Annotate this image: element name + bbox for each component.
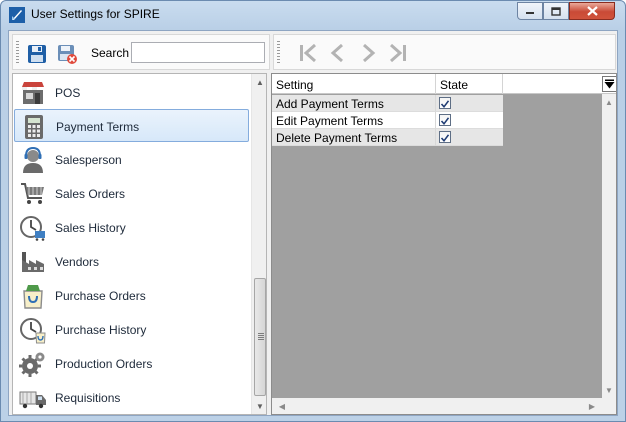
- scroll-left-arrow-icon[interactable]: ◀: [274, 398, 290, 414]
- table-row[interactable]: Delete Payment Terms: [272, 129, 503, 146]
- module-item-requisitions[interactable]: Requisitions: [14, 381, 249, 414]
- shopping-bag-icon: [23, 285, 43, 309]
- truck-icon: [19, 391, 46, 409]
- grid-header: Setting State: [272, 74, 616, 94]
- scroll-down-arrow-icon[interactable]: ▼: [601, 382, 616, 398]
- toolbar-actions: Search: [12, 34, 270, 70]
- client-area: Search POS Payment Terms Salesperson Sal…: [8, 30, 618, 416]
- module-item-purchase-history[interactable]: Purchase History: [14, 313, 249, 346]
- column-chooser-button[interactable]: [602, 76, 616, 92]
- last-record-icon[interactable]: [386, 42, 410, 64]
- module-label: Requisitions: [55, 391, 121, 405]
- checkmark-icon: [440, 134, 450, 143]
- title-bar[interactable]: User Settings for SPIRE: [1, 1, 625, 29]
- scrollbar-corner: [602, 398, 616, 414]
- maximize-button[interactable]: [543, 2, 569, 20]
- module-item-sales-history[interactable]: Sales History: [14, 211, 249, 244]
- scroll-up-arrow-icon[interactable]: ▲: [252, 74, 266, 90]
- toolbar-grip[interactable]: [277, 41, 280, 65]
- close-button[interactable]: [569, 2, 615, 20]
- clock-cart-icon: [20, 216, 45, 241]
- module-item-pos[interactable]: POS: [14, 76, 249, 109]
- state-checkbox[interactable]: [439, 131, 451, 143]
- gears-icon: [19, 352, 45, 377]
- state-cell: [436, 129, 503, 146]
- next-record-icon[interactable]: [356, 42, 380, 64]
- module-label: Production Orders: [55, 357, 153, 371]
- clock-bag-icon: [20, 318, 46, 344]
- state-cell: [436, 112, 503, 129]
- scroll-right-arrow-icon[interactable]: ▶: [584, 398, 600, 414]
- column-header-setting[interactable]: Setting: [272, 74, 436, 94]
- checkmark-icon: [440, 117, 450, 126]
- save-discard-icon[interactable]: [56, 43, 78, 65]
- search-input[interactable]: [131, 42, 265, 63]
- spire-app-icon: [9, 7, 25, 23]
- close-icon: [586, 6, 598, 16]
- user-settings-window: User Settings for SPIRE Search POS Payme…: [0, 0, 626, 422]
- column-header-state[interactable]: State: [436, 74, 503, 94]
- toolbar-navigation: [273, 34, 616, 70]
- state-checkbox[interactable]: [439, 114, 451, 126]
- module-label: Purchase Orders: [55, 289, 146, 303]
- module-panel: POS Payment Terms Salesperson Sales Orde…: [12, 73, 267, 415]
- factory-icon: [22, 252, 44, 272]
- module-label: Salesperson: [55, 153, 122, 167]
- first-record-icon[interactable]: [296, 42, 320, 64]
- module-item-payment-terms[interactable]: Payment Terms: [14, 109, 249, 142]
- scroll-down-arrow-icon[interactable]: ▼: [252, 398, 266, 414]
- scrollbar-thumb[interactable]: [254, 278, 266, 396]
- maximize-icon: [551, 6, 561, 16]
- window-title: User Settings for SPIRE: [31, 7, 160, 21]
- module-label: POS: [55, 86, 81, 100]
- minimize-icon: [526, 12, 534, 14]
- checkmark-icon: [440, 100, 450, 109]
- module-label: Purchase History: [55, 323, 147, 337]
- module-item-sales-orders[interactable]: Sales Orders: [14, 177, 249, 210]
- search-label: Search: [91, 46, 130, 60]
- setting-cell: Add Payment Terms: [272, 95, 436, 112]
- state-cell: [436, 95, 503, 112]
- module-label: Payment Terms: [56, 120, 140, 134]
- module-label: Sales History: [55, 221, 126, 235]
- module-item-purchase-orders[interactable]: Purchase Orders: [14, 279, 249, 312]
- settings-grid: Setting State Add Payment Terms Edit Pay…: [271, 73, 617, 415]
- module-item-production-orders[interactable]: Production Orders: [14, 347, 249, 380]
- previous-record-icon[interactable]: [326, 42, 350, 64]
- minimize-button[interactable]: [517, 2, 543, 20]
- scrollbar-grip: [258, 333, 264, 340]
- shopping-cart-icon: [21, 183, 44, 204]
- table-row[interactable]: Add Payment Terms: [272, 95, 503, 112]
- module-item-salesperson[interactable]: Salesperson: [14, 143, 249, 176]
- setting-cell: Delete Payment Terms: [272, 129, 436, 146]
- module-label: Sales Orders: [55, 187, 126, 201]
- setting-cell: Edit Payment Terms: [272, 112, 436, 129]
- headset-person-icon: [23, 146, 43, 173]
- pos-store-icon: [22, 82, 44, 104]
- grid-vertical-scrollbar[interactable]: ▲ ▼: [602, 94, 616, 398]
- calculator-icon: [25, 115, 43, 139]
- state-checkbox[interactable]: [439, 97, 451, 109]
- save-icon[interactable]: [26, 43, 48, 65]
- scroll-up-arrow-icon[interactable]: ▲: [601, 94, 616, 110]
- module-label: Vendors: [55, 255, 100, 269]
- module-list-scrollbar[interactable]: ▲ ▼: [251, 74, 266, 414]
- grid-horizontal-scrollbar[interactable]: ◀ ▶: [272, 398, 602, 414]
- toolbar-grip[interactable]: [16, 41, 19, 65]
- module-item-vendors[interactable]: Vendors: [14, 245, 249, 278]
- column-chooser-icon: [604, 79, 615, 89]
- table-row[interactable]: Edit Payment Terms: [272, 112, 503, 129]
